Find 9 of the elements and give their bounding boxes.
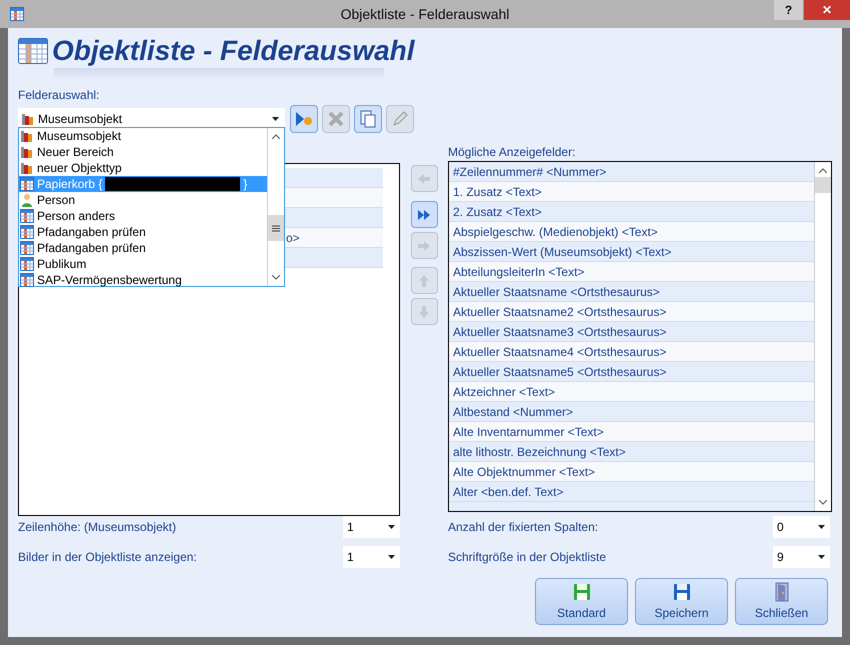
setting-label: Anzahl der fixierten Spalten: bbox=[448, 519, 598, 536]
available-fields-label: Mögliche Anzeigefelder: bbox=[448, 144, 576, 161]
list-row-text: o> bbox=[286, 230, 300, 246]
setting-label: Schriftgröße in der Objektliste bbox=[448, 549, 606, 566]
window-title: Objektliste - Felderauswahl bbox=[340, 4, 510, 24]
setting-label: Zeilenhöhe: (Museumsobjekt) bbox=[18, 519, 176, 536]
field-label: Felderauswahl: bbox=[18, 87, 100, 104]
page-heading: Objektliste - Felderauswahl bbox=[52, 37, 415, 65]
setting-label: Bilder in der Objektliste anzeigen: bbox=[18, 549, 197, 566]
